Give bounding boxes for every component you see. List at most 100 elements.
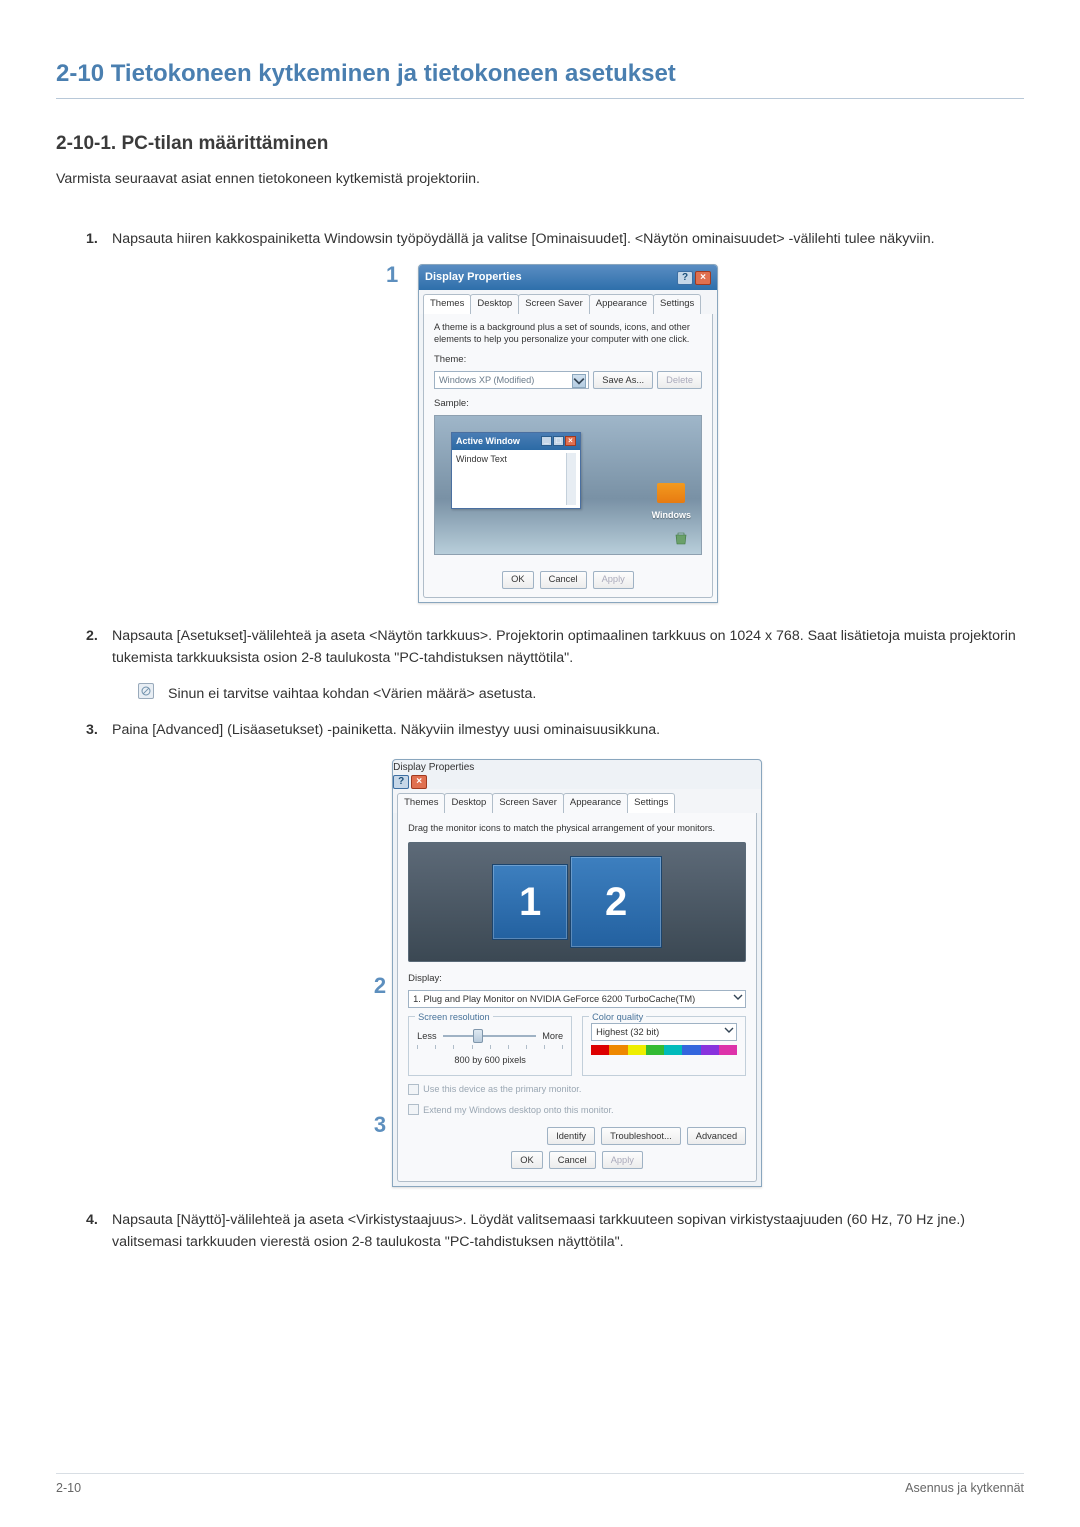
dialog1-titlebar: Display Properties ? × [419, 265, 717, 290]
close-button[interactable]: × [411, 775, 427, 789]
resolution-slider[interactable] [443, 1035, 537, 1037]
help-button[interactable]: ? [677, 271, 693, 285]
step-2: Napsauta [Asetukset]-välilehteä ja aseta… [86, 625, 1024, 705]
dialog2-tabs: Themes Desktop Screen Saver Appearance S… [393, 789, 761, 813]
display-dropdown[interactable]: 1. Plug and Play Monitor on NVIDIA GeFor… [408, 990, 746, 1008]
theme-dropdown[interactable]: Windows XP (Modified) [434, 371, 589, 389]
theme-label: Theme: [434, 353, 702, 368]
color-quality-value: Highest (32 bit) [596, 1025, 659, 1039]
step-3-text: Paina [Advanced] (Lisäasetukset) -painik… [112, 722, 660, 738]
step-4-text: Napsauta [Näyttö]-välilehteä ja aseta <V… [112, 1212, 965, 1250]
color-quality-dropdown[interactable]: Highest (32 bit) [591, 1023, 737, 1041]
screen-resolution-panel: Screen resolution Less More 800 by 600 p… [408, 1016, 572, 1077]
page-footer: 2-10 Asennus ja kytkennät [56, 1481, 1024, 1495]
footer-left: 2-10 [56, 1481, 81, 1495]
slider-less-label: Less [417, 1029, 436, 1043]
close-button[interactable]: × [695, 271, 711, 285]
monitor-1[interactable]: 1 [492, 864, 568, 940]
note-text: Sinun ei tarvitse vaihtaa kohdan <Värien… [168, 683, 536, 705]
color-spectrum-bar [591, 1045, 737, 1055]
theme-sample-preview: Active Window _ □ × Window Text [434, 415, 702, 555]
tab-themes[interactable]: Themes [423, 294, 471, 314]
tab-appearance[interactable]: Appearance [563, 793, 628, 813]
monitor-arrangement[interactable]: 1 2 [408, 842, 746, 962]
dialog2-wrap: 2 3 Display Properties ? × Themes [112, 759, 1024, 1187]
step-3: Paina [Advanced] (Lisäasetukset) -painik… [86, 719, 1024, 1187]
checkbox-extend-label: Extend my Windows desktop onto this moni… [423, 1103, 613, 1117]
tab-settings[interactable]: Settings [627, 793, 675, 813]
theme-value: Windows XP (Modified) [439, 373, 534, 387]
tab-screensaver[interactable]: Screen Saver [518, 294, 590, 314]
step-1: Napsauta hiiren kakkospainiketta Windows… [86, 228, 1024, 602]
identify-button[interactable]: Identify [547, 1127, 595, 1145]
dialog1-title: Display Properties [425, 269, 522, 286]
cancel-button[interactable]: Cancel [540, 571, 587, 589]
troubleshoot-button[interactable]: Troubleshoot... [601, 1127, 681, 1145]
dialog2-titlebar: Display Properties ? × [393, 760, 761, 790]
section-title: 2-10 Tietokoneen kytkeminen ja tietokone… [56, 60, 1024, 99]
checkbox-primary-label: Use this device as the primary monitor. [423, 1082, 581, 1096]
dialog2-body: Drag the monitor icons to match the phys… [397, 813, 757, 1182]
maximize-icon: □ [553, 436, 564, 446]
chevron-down-icon [724, 1025, 734, 1039]
scrollbar-icon [566, 453, 576, 505]
delete-button[interactable]: Delete [657, 371, 702, 389]
save-as-button[interactable]: Save As... [593, 371, 653, 389]
intro-text: Varmista seuraavat asiat ennen tietokone… [56, 169, 1024, 190]
resolution-value: 800 by 600 pixels [417, 1053, 563, 1067]
ok-button[interactable]: OK [511, 1151, 542, 1169]
apply-button[interactable]: Apply [593, 571, 634, 589]
recycle-bin-icon [673, 530, 689, 546]
overlay-numbers-column: 2 3 [374, 759, 386, 1142]
windows-logo: Windows [652, 483, 691, 524]
close-icon: × [565, 436, 576, 446]
active-window-title: Active Window [456, 435, 520, 449]
tab-themes[interactable]: Themes [397, 793, 445, 813]
tab-desktop[interactable]: Desktop [470, 294, 519, 314]
tab-settings[interactable]: Settings [653, 294, 701, 314]
sample-label: Sample: [434, 397, 702, 412]
chevron-down-icon [733, 992, 743, 1006]
overlay-number-1: 1 [386, 258, 398, 292]
tab-screensaver[interactable]: Screen Saver [492, 793, 564, 813]
display-properties-dialog-settings: Display Properties ? × Themes Desktop Sc… [392, 759, 762, 1187]
advanced-button[interactable]: Advanced [687, 1127, 746, 1145]
cancel-button[interactable]: Cancel [549, 1151, 596, 1169]
screen-resolution-label: Screen resolution [415, 1010, 493, 1024]
chevron-down-icon [572, 374, 586, 388]
minimize-icon: _ [541, 436, 552, 446]
tab-desktop[interactable]: Desktop [444, 793, 493, 813]
monitor-2[interactable]: 2 [570, 856, 662, 948]
theme-description: A theme is a background plus a set of so… [434, 322, 702, 345]
dialog1-body: A theme is a background plus a set of so… [423, 314, 713, 597]
subsection-title: 2-10-1. PC-tilan määrittäminen [56, 133, 1024, 155]
step-2-text: Napsauta [Asetukset]-välilehteä ja aseta… [112, 628, 1016, 666]
info-icon [138, 683, 154, 699]
checkbox-extend[interactable] [408, 1104, 419, 1115]
sample-active-window: Active Window _ □ × Window Text [451, 432, 581, 510]
help-button[interactable]: ? [393, 775, 409, 789]
ok-button[interactable]: OK [502, 571, 533, 589]
display-value: 1. Plug and Play Monitor on NVIDIA GeFor… [413, 992, 695, 1006]
footer-right: Asennus ja kytkennät [905, 1481, 1024, 1495]
windows-flag-icon [657, 483, 685, 503]
overlay-number-3: 3 [374, 1108, 386, 1142]
color-quality-panel: Color quality Highest (32 bit) [582, 1016, 746, 1077]
dialog1-wrap: 1 Display Properties ? × Themes Desktop [112, 264, 1024, 602]
step-4: Napsauta [Näyttö]-välilehteä ja aseta <V… [86, 1209, 1024, 1253]
dialog2-title: Display Properties [393, 762, 474, 773]
windows-logo-text: Windows [652, 510, 691, 520]
note-row: Sinun ei tarvitse vaihtaa kohdan <Värien… [138, 683, 1024, 705]
overlay-number-2: 2 [374, 969, 386, 1003]
dialog1-tabs: Themes Desktop Screen Saver Appearance S… [419, 290, 717, 314]
display-properties-dialog-themes: Display Properties ? × Themes Desktop Sc… [418, 264, 718, 602]
window-text: Window Text [456, 453, 507, 505]
slider-more-label: More [542, 1029, 563, 1043]
drag-hint: Drag the monitor icons to match the phys… [408, 823, 746, 835]
primary-monitor-checkbox-row: Use this device as the primary monitor. [408, 1082, 746, 1096]
step-1-text: Napsauta hiiren kakkospainiketta Windows… [112, 231, 935, 247]
checkbox-primary[interactable] [408, 1084, 419, 1095]
slider-thumb-icon[interactable] [473, 1029, 483, 1043]
apply-button[interactable]: Apply [602, 1151, 643, 1169]
tab-appearance[interactable]: Appearance [589, 294, 654, 314]
